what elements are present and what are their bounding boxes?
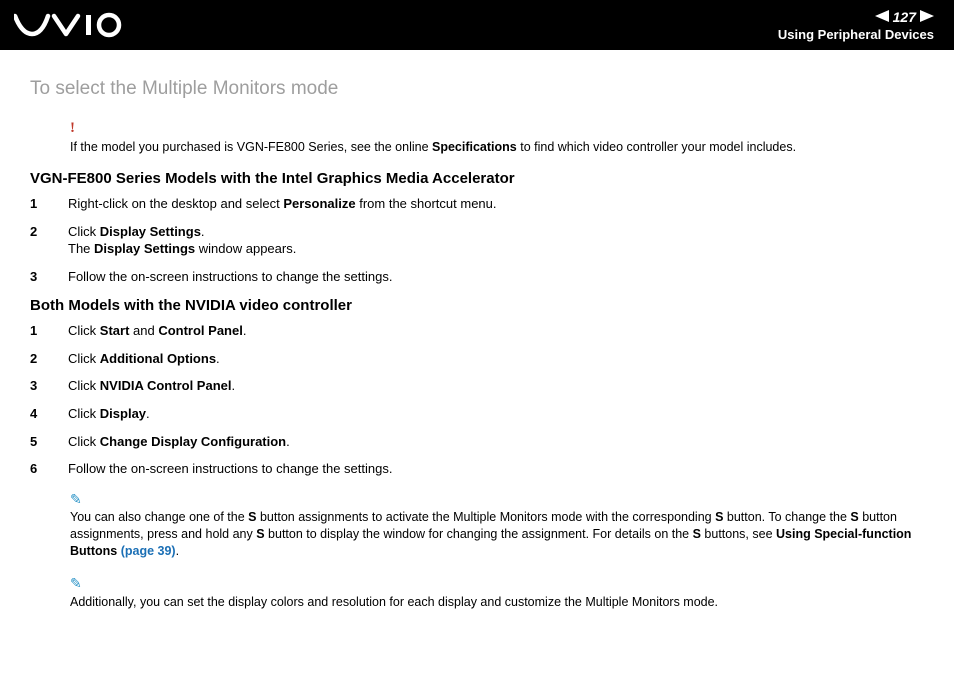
- step-item: 3 Click NVIDIA Control Panel.: [30, 377, 924, 395]
- pencil-icon: ✎: [70, 490, 924, 509]
- warning-icon: !: [70, 118, 924, 138]
- next-page-arrow[interactable]: [920, 9, 934, 25]
- section-a-heading: VGN-FE800 Series Models with the Intel G…: [30, 170, 924, 187]
- tip1-text: You can also change one of the S button …: [70, 510, 911, 558]
- header-right: 127 Using Peripheral Devices: [778, 9, 934, 42]
- tip2-text: Additionally, you can set the display co…: [70, 595, 718, 609]
- section-a-steps: 1 Right-click on the desktop and select …: [30, 195, 924, 285]
- step-item: 6 Follow the on-screen instructions to c…: [30, 460, 924, 478]
- page-header: 127 Using Peripheral Devices: [0, 0, 954, 50]
- warning-note: ! If the model you purchased is VGN-FE80…: [70, 118, 924, 156]
- page-link[interactable]: (page 39): [121, 544, 176, 558]
- prev-page-arrow[interactable]: [875, 9, 889, 25]
- page-content: To select the Multiple Monitors mode ! I…: [0, 50, 954, 655]
- step-item: 2 Click Additional Options.: [30, 350, 924, 368]
- step-item: 5 Click Change Display Configuration.: [30, 433, 924, 451]
- vaio-logo: [14, 12, 124, 38]
- step-item: 1 Click Start and Control Panel.: [30, 322, 924, 340]
- tip-note-2: ✎ Additionally, you can set the display …: [70, 574, 924, 611]
- section-b-heading: Both Models with the NVIDIA video contro…: [30, 297, 924, 314]
- pencil-icon: ✎: [70, 574, 924, 593]
- tip-note-1: ✎ You can also change one of the S butto…: [70, 490, 924, 561]
- section-b-steps: 1 Click Start and Control Panel. 2 Click…: [30, 322, 924, 477]
- step-item: 4 Click Display.: [30, 405, 924, 423]
- warning-text: If the model you purchased is VGN-FE800 …: [70, 140, 796, 154]
- step-item: 1 Right-click on the desktop and select …: [30, 195, 924, 213]
- step-item: 2 Click Display Settings. The Display Se…: [30, 223, 924, 258]
- step-item: 3 Follow the on-screen instructions to c…: [30, 268, 924, 286]
- section-label: Using Peripheral Devices: [778, 27, 934, 42]
- page-navigation: 127: [778, 9, 934, 25]
- page-number: 127: [893, 9, 916, 25]
- page-title: To select the Multiple Monitors mode: [30, 78, 924, 100]
